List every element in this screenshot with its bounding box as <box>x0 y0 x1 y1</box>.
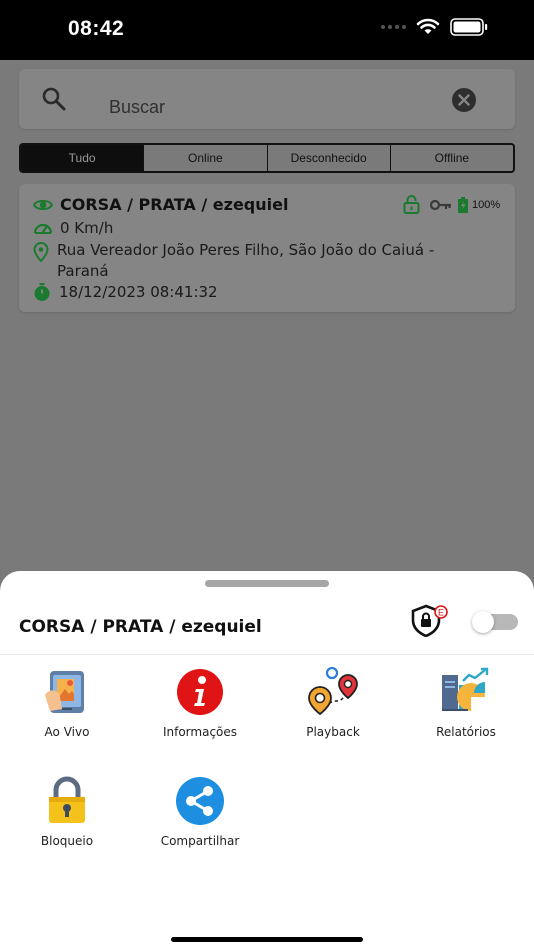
stopwatch-icon <box>34 283 50 301</box>
action-bloqueio[interactable]: Bloqueio <box>7 776 127 866</box>
vehicle-status-icons: 100% <box>403 195 500 214</box>
action-label-informacoes: Informações <box>162 725 238 739</box>
vehicle-name-row: CORSA / PRATA / ezequiel <box>33 195 288 214</box>
action-label-bloqueio: Bloqueio <box>40 834 94 848</box>
cellular-signal-icon <box>381 25 406 29</box>
tab-desconhecido[interactable]: Desconhecido <box>268 145 391 171</box>
action-relatorios[interactable]: Relatórios <box>406 667 526 757</box>
action-compartilhar[interactable]: Compartilhar <box>140 776 260 866</box>
search-bar[interactable]: Buscar <box>19 69 515 129</box>
shield-lock-icon[interactable]: E <box>408 603 450 637</box>
clear-icon[interactable] <box>451 87 477 113</box>
sheet-grabber[interactable] <box>205 580 329 587</box>
search-input[interactable]: Buscar <box>109 97 165 117</box>
tab-online[interactable]: Online <box>144 145 268 171</box>
action-informacoes[interactable]: Informações <box>140 667 260 757</box>
status-icons <box>380 18 488 36</box>
vehicle-speed: 0 Km/h <box>60 219 114 237</box>
block-toggle[interactable] <box>472 611 518 633</box>
battery-icon <box>450 18 488 36</box>
action-label-compartilhar: Compartilhar <box>160 834 240 848</box>
vehicle-address-line2: Paraná <box>57 262 109 280</box>
share-icon <box>176 777 224 825</box>
location-pin-icon <box>33 242 49 262</box>
playback-route-icon <box>308 667 358 716</box>
eye-icon <box>33 199 53 210</box>
status-time: 08:42 <box>68 17 125 40</box>
sheet-divider <box>0 654 534 655</box>
sheet-title: CORSA / PRATA / ezequiel <box>19 617 262 637</box>
action-label-ao-vivo: Ao Vivo <box>44 725 90 739</box>
address-row: Rua Vereador João Peres Filho, São João … <box>33 240 434 282</box>
datetime-row: 18/12/2023 08:41:32 <box>33 283 218 301</box>
battery-percentage: 100% <box>472 198 501 211</box>
battery-level-icon <box>458 196 468 213</box>
action-label-playback: Playback <box>306 725 360 739</box>
lock-icon <box>49 776 85 823</box>
action-playback[interactable]: Playback <box>273 667 393 757</box>
status-bar: 08:42 <box>0 0 534 60</box>
speed-row: 0 Km/h <box>33 219 113 237</box>
search-icon[interactable] <box>41 86 67 112</box>
ignition-key-icon <box>430 199 451 210</box>
vehicle-datetime: 18/12/2023 08:41:32 <box>59 283 218 301</box>
tab-offline[interactable]: Offline <box>391 145 513 171</box>
home-indicator[interactable] <box>171 937 363 942</box>
unlocked-icon <box>403 195 420 214</box>
toggle-knob[interactable] <box>472 611 494 633</box>
reports-chart-icon <box>442 667 489 711</box>
live-view-icon <box>45 671 84 713</box>
vehicle-card[interactable]: CORSA / PRATA / ezequiel 100% 0 Km/h Rua… <box>19 184 515 312</box>
status-filter-tabs: Tudo Online Desconhecido Offline <box>19 143 515 173</box>
info-icon <box>177 669 223 715</box>
speedometer-icon <box>33 223 53 234</box>
vehicle-address-line1: Rua Vereador João Peres Filho, São João … <box>57 241 435 259</box>
vehicle-name: CORSA / PRATA / ezequiel <box>60 195 289 214</box>
tab-tudo[interactable]: Tudo <box>21 145 145 171</box>
action-ao-vivo[interactable]: Ao Vivo <box>7 667 127 757</box>
wifi-icon <box>416 18 440 34</box>
shield-badge: E <box>438 608 444 618</box>
vehicle-actions-sheet: CORSA / PRATA / ezequiel E Ao Vivo Infor… <box>0 571 534 950</box>
action-label-relatorios: Relatórios <box>436 725 496 739</box>
